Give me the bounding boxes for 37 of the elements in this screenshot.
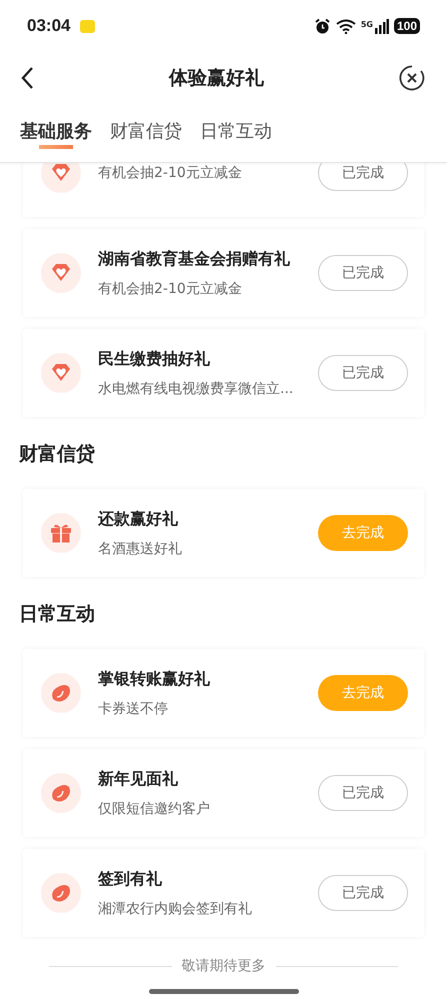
bean-icon	[41, 773, 81, 813]
task-description: 卡券送不停	[98, 700, 169, 718]
network-label: 5G	[360, 20, 373, 28]
back-icon[interactable]	[20, 66, 34, 90]
task-button[interactable]: 已完成	[318, 355, 408, 391]
task-title: 签到有礼	[98, 868, 163, 890]
task-description: 有机会抽2-10元立减金	[98, 280, 243, 298]
footer-text: 敬请期待更多	[182, 957, 266, 975]
task-description: 名酒惠送好礼	[98, 540, 183, 558]
app-icon	[80, 20, 96, 32]
bean-icon	[41, 673, 81, 713]
status-time: 03:04	[27, 16, 70, 36]
task-description: 湘潭农行内购会签到有礼	[98, 900, 253, 918]
category-tab[interactable]: 日常互动	[194, 111, 278, 155]
task-title: 掌银转账赢好礼	[98, 668, 211, 690]
task-button[interactable]: 已完成	[318, 255, 408, 291]
task-description: 有机会抽2-10元立减金	[98, 164, 243, 182]
category-tab[interactable]: 财富信贷	[104, 111, 188, 155]
task-title: 还款赢好礼	[98, 508, 179, 530]
task-description: 仅限短信邀约客户	[98, 800, 211, 818]
gift-icon	[41, 513, 81, 553]
task-title: 湖南省教育基金会捐赠有礼	[98, 248, 291, 270]
task-button[interactable]: 已完成	[318, 775, 408, 811]
task-title: 新年见面礼	[98, 768, 179, 790]
alarm-icon	[314, 18, 331, 34]
section-heading: 财富信贷	[19, 442, 96, 467]
wifi-icon	[336, 18, 356, 34]
task-button[interactable]: 已完成	[318, 875, 408, 911]
battery-level: 100	[394, 18, 420, 34]
bean-icon	[41, 873, 81, 913]
task-button[interactable]: 已完成	[318, 163, 408, 191]
close-icon[interactable]	[399, 65, 425, 91]
task-title: 民生缴费抽好礼	[98, 348, 211, 370]
page-title: 体验赢好礼	[168, 66, 265, 91]
signal-icon	[374, 18, 389, 34]
section-heading: 日常互动	[19, 602, 96, 627]
task-description: 水电燃有线电视缴费享微信立...	[98, 380, 294, 398]
